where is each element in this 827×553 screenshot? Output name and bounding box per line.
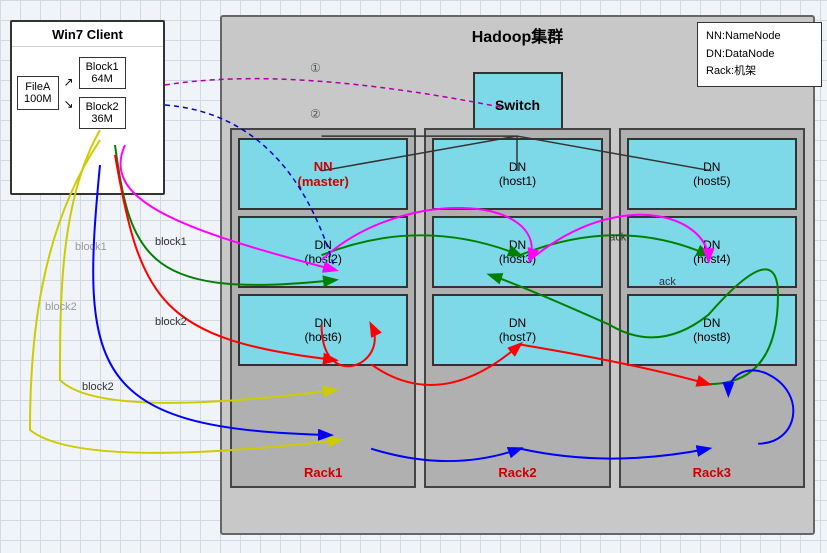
dn-host1-node: DN(host1) [432, 138, 602, 210]
legend-line3: Rack:机架 [706, 63, 813, 81]
blocks-col: Block1 64M Block2 36M [79, 57, 126, 129]
split-arrows: ↗ ↘ [64, 75, 74, 111]
block2-box: Block2 36M [79, 97, 126, 129]
hadoop-cluster: Hadoop集群 Switch NN(master) DN(host2) DN(… [220, 15, 815, 535]
legend-line1: NN:NameNode [706, 28, 813, 46]
client-content: FileA 100M ↗ ↘ Block1 64M Block2 36M [12, 47, 163, 139]
rack1: NN(master) DN(host2) DN(host6) Rack1 [230, 128, 416, 488]
dn-host2-node: DN(host2) [238, 216, 408, 288]
legend-box: NN:NameNode DN:DataNode Rack:机架 [697, 22, 822, 87]
dn-host4-node: DN(host4) [627, 216, 797, 288]
dn-host7-node: DN(host7) [432, 294, 602, 366]
legend-line2: DN:DataNode [706, 46, 813, 64]
dn-host6-node: DN(host6) [238, 294, 408, 366]
racks-row: NN(master) DN(host2) DN(host6) Rack1 DN(… [230, 128, 805, 488]
rack2-label: Rack2 [498, 465, 536, 480]
rack2: DN(host1) DN(host3) DN(host7) Rack2 [424, 128, 610, 488]
nn-master-node: NN(master) [238, 138, 408, 210]
dn-host8-node: DN(host8) [627, 294, 797, 366]
rack1-label: Rack1 [304, 465, 342, 480]
block1-box: Block1 64M [79, 57, 126, 89]
rack3: DN(host5) DN(host4) DN(host8) Rack3 [619, 128, 805, 488]
dn-host3-node: DN(host3) [432, 216, 602, 288]
filea-box: FileA 100M [17, 76, 59, 110]
win7-client-box: Win7 Client FileA 100M ↗ ↘ Block1 64M Bl… [10, 20, 165, 195]
win7-client-title: Win7 Client [12, 22, 163, 47]
rack3-label: Rack3 [693, 465, 731, 480]
dn-host5-node: DN(host5) [627, 138, 797, 210]
